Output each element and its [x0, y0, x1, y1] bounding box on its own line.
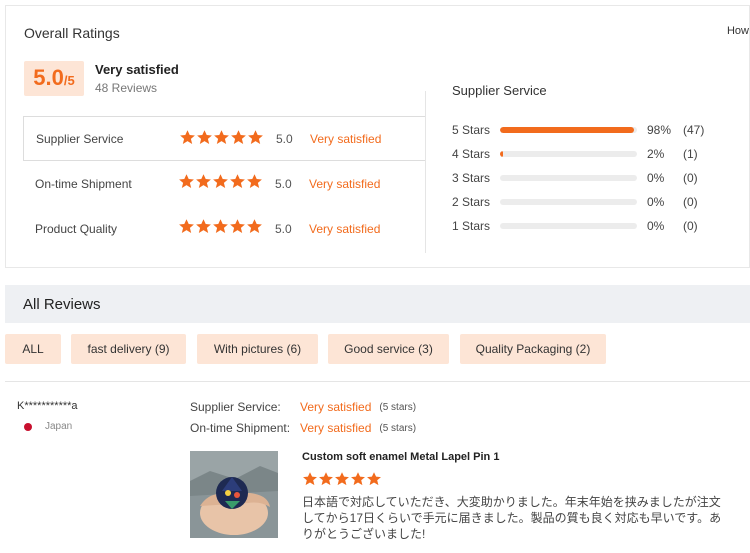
vertical-divider [425, 91, 426, 253]
star-icon [350, 471, 366, 487]
category-row-supplier-service[interactable]: Supplier Service 5.0 Very satisfied [23, 116, 425, 161]
category-score: 5.0 [275, 176, 292, 191]
star-icon [196, 129, 213, 146]
distribution-bar [500, 151, 637, 157]
meta-label: Supplier Service: [190, 400, 281, 414]
overall-score-badge: 5.0 /5 [24, 61, 84, 96]
overall-verdict: Very satisfied [95, 62, 179, 77]
meta-value: Very satisfied [300, 400, 372, 414]
review-meta-on-time-shipment: On-time Shipment: Very satisfied (5 star… [190, 421, 416, 435]
overall-ratings-card: Overall Ratings How 5.0 /5 Very satisfie… [5, 5, 750, 268]
star-icon [213, 129, 230, 146]
product-title[interactable]: Custom soft enamel Metal Lapel Pin 1 [302, 451, 499, 463]
overall-score-suffix: /5 [63, 73, 75, 88]
distribution-row: 5 Stars 98% (47) [452, 122, 704, 138]
star-icon [246, 218, 263, 235]
overall-score: 5.0 [33, 65, 64, 90]
category-ratings-table: Supplier Service 5.0 Very satisfied On-t… [23, 116, 425, 251]
how-link[interactable]: How [727, 25, 749, 37]
reviewer-country: Japan [45, 421, 73, 432]
review-photo-image [190, 451, 278, 538]
star-icon [212, 218, 229, 235]
star-icon [212, 173, 229, 190]
category-row-on-time-shipment[interactable]: On-time Shipment 5.0 Very satisfied [23, 161, 425, 206]
japan-flag-icon [24, 423, 32, 431]
star-icon [229, 173, 246, 190]
distribution-row: 3 Stars 0% (0) [452, 170, 698, 186]
filter-good-service[interactable]: Good service (3) [328, 334, 449, 364]
star-icon [230, 129, 247, 146]
category-name: Supplier Service [36, 131, 124, 146]
star-icon [178, 218, 195, 235]
category-stars [178, 218, 263, 238]
overall-ratings-title: Overall Ratings [24, 25, 120, 41]
distribution-percent: 0% [647, 195, 665, 209]
distribution-fill [500, 127, 635, 133]
star-icon [229, 218, 246, 235]
star-icon [178, 173, 195, 190]
distribution-fill [500, 151, 503, 157]
filter-all[interactable]: ALL [5, 334, 61, 364]
star-icon [246, 173, 263, 190]
distribution-percent: 2% [647, 147, 665, 161]
category-stars [179, 129, 264, 149]
star-icon [334, 471, 350, 487]
distribution-count: (0) [683, 195, 698, 209]
category-score: 5.0 [276, 131, 293, 146]
category-verdict: Very satisfied [310, 131, 382, 146]
distribution-bar [500, 127, 637, 133]
review-count: 48 Reviews [95, 81, 158, 95]
all-reviews-header: All Reviews [5, 285, 750, 323]
distribution-row: 2 Stars 0% (0) [452, 194, 698, 210]
distribution-count: (47) [683, 123, 705, 137]
distribution-row: 4 Stars 2% (1) [452, 146, 698, 162]
distribution-label: 5 Stars [452, 123, 491, 137]
meta-stars: (5 stars) [379, 422, 417, 434]
distribution-percent: 0% [647, 171, 665, 185]
distribution-title: Supplier Service [452, 83, 547, 98]
review-meta-supplier-service: Supplier Service: Very satisfied (5 star… [190, 400, 416, 414]
distribution-count: (0) [683, 219, 698, 233]
star-icon [366, 471, 382, 487]
distribution-bar [500, 223, 637, 229]
review-stars [302, 471, 382, 487]
review-text: 日本語で対応していただき、大変助かりました。年末年始を挟みましたが注文してから1… [302, 495, 722, 541]
distribution-percent: 0% [647, 219, 665, 233]
all-reviews-title: All Reviews [23, 296, 101, 313]
star-icon [195, 173, 212, 190]
star-icon [247, 129, 264, 146]
category-name: Product Quality [35, 221, 118, 236]
distribution-bar [500, 175, 637, 181]
reviewer-name: K***********a [17, 400, 78, 412]
distribution-count: (1) [683, 147, 698, 161]
category-score: 5.0 [275, 221, 292, 236]
category-verdict: Very satisfied [309, 221, 381, 236]
meta-stars: (5 stars) [379, 401, 417, 413]
review-photo[interactable] [190, 451, 278, 538]
distribution-label: 2 Stars [452, 195, 491, 209]
filter-quality-packaging[interactable]: Quality Packaging (2) [460, 334, 606, 364]
distribution-label: 3 Stars [452, 171, 491, 185]
distribution-percent: 98% [647, 123, 672, 137]
category-name: On-time Shipment [35, 176, 132, 191]
star-icon [179, 129, 196, 146]
category-verdict: Very satisfied [309, 176, 381, 191]
star-icon [302, 471, 318, 487]
category-row-product-quality[interactable]: Product Quality 5.0 Very satisfied [23, 206, 425, 251]
distribution-label: 4 Stars [452, 147, 491, 161]
review-separator [5, 381, 750, 382]
meta-label: On-time Shipment: [190, 421, 291, 435]
star-icon [318, 471, 334, 487]
filter-fast-delivery[interactable]: fast delivery (9) [71, 334, 186, 364]
distribution-bar [500, 199, 637, 205]
distribution-label: 1 Stars [452, 219, 491, 233]
star-icon [195, 218, 212, 235]
category-stars [178, 173, 263, 193]
meta-value: Very satisfied [300, 421, 372, 435]
filter-with-pictures[interactable]: With pictures (6) [197, 334, 318, 364]
distribution-count: (0) [683, 171, 698, 185]
distribution-row: 1 Stars 0% (0) [452, 218, 698, 234]
